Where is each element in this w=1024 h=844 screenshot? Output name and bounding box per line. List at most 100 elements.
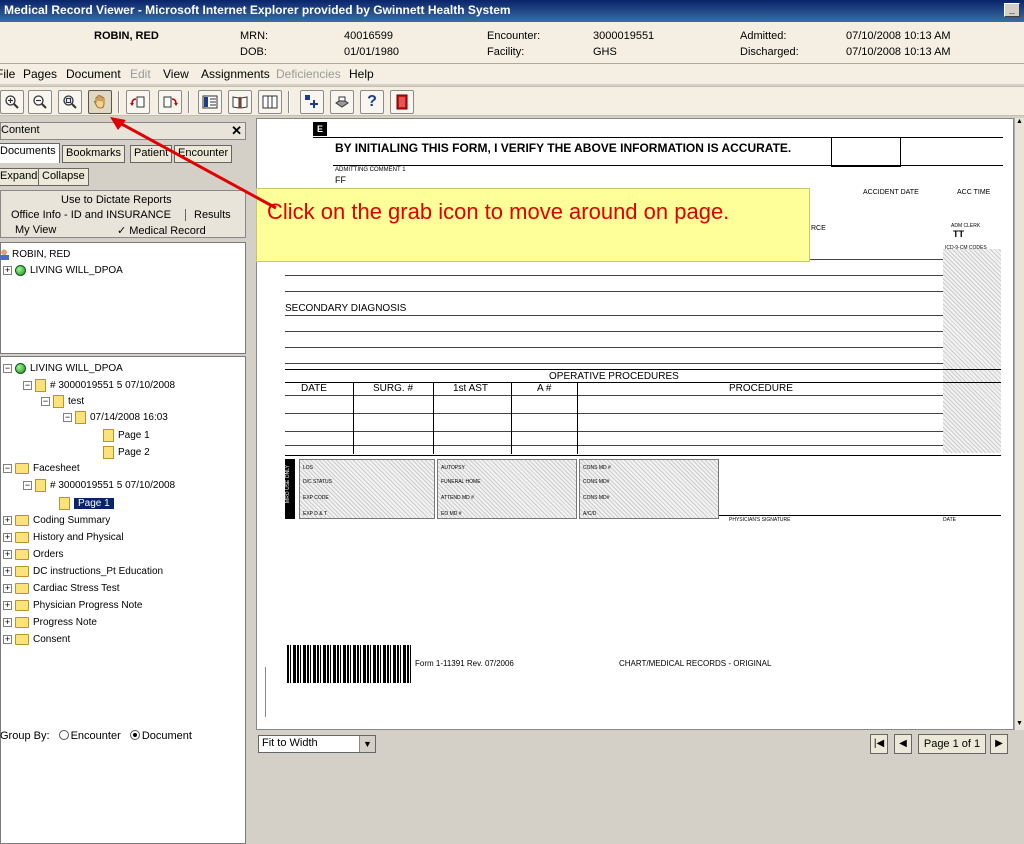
tree-item-test[interactable]: − test <box>41 395 84 408</box>
menu-view[interactable]: View <box>163 67 189 81</box>
prev-page-button[interactable]: ◀ <box>894 734 912 754</box>
tree-item-label: ROBIN, RED <box>12 249 71 260</box>
expand-plus-icon[interactable]: + <box>3 584 12 593</box>
exit-icon[interactable] <box>390 90 414 114</box>
tree-item-label: LIVING WILL_DPOA <box>30 265 123 276</box>
icd-codes-column <box>943 249 1001 453</box>
dob-label: DOB: <box>240 46 267 58</box>
tree-item-folder[interactable]: + Consent <box>3 634 70 645</box>
tree-item-label: LIVING WILL_DPOA <box>30 363 123 374</box>
form-number: Form 1-11391 Rev. 07/2006 <box>415 659 514 668</box>
tree-item-living-will[interactable]: + LIVING WILL_DPOA <box>3 265 123 276</box>
rotate-right-icon[interactable] <box>158 90 182 114</box>
discharged-value: 07/10/2008 10:13 AM <box>846 46 951 58</box>
expand-plus-icon[interactable]: + <box>3 567 12 576</box>
page-icon <box>103 429 114 442</box>
zoom-out-icon[interactable] <box>28 90 52 114</box>
menu-pages[interactable]: Pages <box>23 67 57 81</box>
zoom-area-icon[interactable] <box>58 90 82 114</box>
columns-icon[interactable] <box>258 90 282 114</box>
expand-plus-icon[interactable]: + <box>3 635 12 644</box>
next-page-button[interactable]: ▶ <box>990 734 1008 754</box>
minimize-button[interactable]: _ <box>1004 3 1020 17</box>
autopsy-label: AUTOPSY <box>441 465 465 471</box>
print-icon[interactable] <box>330 90 354 114</box>
thumbnails-icon[interactable] <box>198 90 222 114</box>
scroll-down-arrow-icon[interactable]: ▼ <box>1015 720 1024 730</box>
expand-plus-icon[interactable]: + <box>3 618 12 627</box>
encounter-label: Encounter: <box>487 30 541 42</box>
zoom-in-icon[interactable] <box>0 90 24 114</box>
tree-item-label: test <box>68 396 85 407</box>
menu-file[interactable]: File <box>0 67 15 81</box>
col-surg: SURG. # <box>373 383 414 394</box>
cons-md-label: CONS MD# <box>583 479 610 485</box>
tree-item-folder[interactable]: + DC instructions_Pt Education <box>3 566 163 577</box>
expand-plus-icon[interactable]: + <box>3 550 12 559</box>
collapse-minus-icon[interactable]: − <box>23 381 32 390</box>
cons-md-label: CONS MD# <box>583 495 610 501</box>
tree-item-patient[interactable]: ROBIN, RED <box>0 249 70 260</box>
radio-document[interactable] <box>129 730 140 740</box>
mro-use-only-label: MRO USE ONLY <box>285 465 291 503</box>
tree-item-encounter[interactable]: − # 3000019551 5 07/10/2008 <box>23 479 175 492</box>
tree-item-label: Consent <box>33 634 71 645</box>
expand-plus-icon[interactable]: + <box>3 266 12 275</box>
menu-edit[interactable]: Edit <box>130 67 151 81</box>
expand-plus-icon[interactable]: + <box>3 533 12 542</box>
collapse-minus-icon[interactable]: − <box>23 481 32 490</box>
vertical-scrollbar[interactable]: ▲ ▼ <box>1014 118 1024 730</box>
document-icon <box>35 379 46 392</box>
mrn-label: MRN: <box>240 30 269 42</box>
tree-item-folder[interactable]: + Physician Progress Note <box>3 600 143 611</box>
tree-item-facesheet[interactable]: − Facesheet <box>3 463 80 474</box>
tree-item-folder[interactable]: + Progress Note <box>3 617 97 628</box>
my-view-link[interactable]: My View <box>15 224 56 236</box>
rotate-left-icon[interactable] <box>126 90 150 114</box>
collapse-button[interactable]: Collapse <box>38 168 89 186</box>
collapse-minus-icon[interactable]: − <box>3 364 12 373</box>
window-title-bar: Medical Record Viewer - Microsoft Intern… <box>0 0 1024 22</box>
radio-encounter[interactable] <box>58 730 69 740</box>
expand-button[interactable]: Expand <box>0 168 42 186</box>
add-page-icon[interactable] <box>300 90 324 114</box>
collapse-minus-icon[interactable]: − <box>41 397 50 406</box>
book-icon[interactable] <box>228 90 252 114</box>
patient-name: ROBIN, RED <box>94 30 159 42</box>
col-a-number: A # <box>537 383 552 394</box>
tree-item-folder[interactable]: + Cardiac Stress Test <box>3 583 120 594</box>
menu-help[interactable]: Help <box>349 67 374 81</box>
medical-record-link[interactable]: ✓ Medical Record <box>117 224 206 237</box>
tree-item-folder[interactable]: + Orders <box>3 549 64 560</box>
collapse-minus-icon[interactable]: − <box>63 413 72 422</box>
menu-deficiencies[interactable]: Deficiencies <box>276 67 341 81</box>
expand-plus-icon[interactable]: + <box>3 516 12 525</box>
tree-item-page-selected[interactable]: Page 1 <box>59 497 114 510</box>
exp-code-label: EXP CODE <box>303 495 329 501</box>
menu-document[interactable]: Document <box>66 67 121 81</box>
tree-item-folder[interactable]: + Coding Summary <box>3 515 110 526</box>
expand-plus-icon[interactable]: + <box>3 601 12 610</box>
tree-item-page[interactable]: Page 2 <box>103 446 150 459</box>
patient-header: ROBIN, RED MRN: DOB: 40016599 01/01/1980… <box>0 22 1024 64</box>
collapse-minus-icon[interactable]: − <box>3 464 12 473</box>
first-page-button[interactable]: |◀ <box>870 734 888 754</box>
tree-item-test-date[interactable]: − 07/14/2008 16:03 <box>63 411 168 424</box>
tree-item-living-will-doc[interactable]: − LIVING WILL_DPOA <box>3 363 123 374</box>
funeral-home-label: FUNERAL HOME <box>441 479 481 485</box>
patient-icon <box>0 249 9 260</box>
document-icon <box>53 395 64 408</box>
tree-item-page[interactable]: Page 1 <box>103 429 150 442</box>
tree-item-label: Page 1 <box>118 430 150 441</box>
scroll-up-arrow-icon[interactable]: ▲ <box>1015 118 1024 128</box>
tree-item-label: 07/14/2008 16:03 <box>90 412 168 423</box>
tree-item-folder[interactable]: + History and Physical <box>3 532 124 543</box>
menu-assignments[interactable]: Assignments <box>201 67 270 81</box>
mrn-value: 40016599 <box>344 30 393 42</box>
chevron-down-icon[interactable]: ▼ <box>359 736 375 752</box>
zoom-select[interactable]: Fit to Width ▼ <box>258 735 376 753</box>
help-icon[interactable]: ? <box>360 90 384 114</box>
grab-hand-icon[interactable] <box>88 90 112 114</box>
tab-documents[interactable]: Documents <box>0 143 60 163</box>
tree-item-encounter[interactable]: − # 3000019551 5 07/10/2008 <box>23 379 175 392</box>
